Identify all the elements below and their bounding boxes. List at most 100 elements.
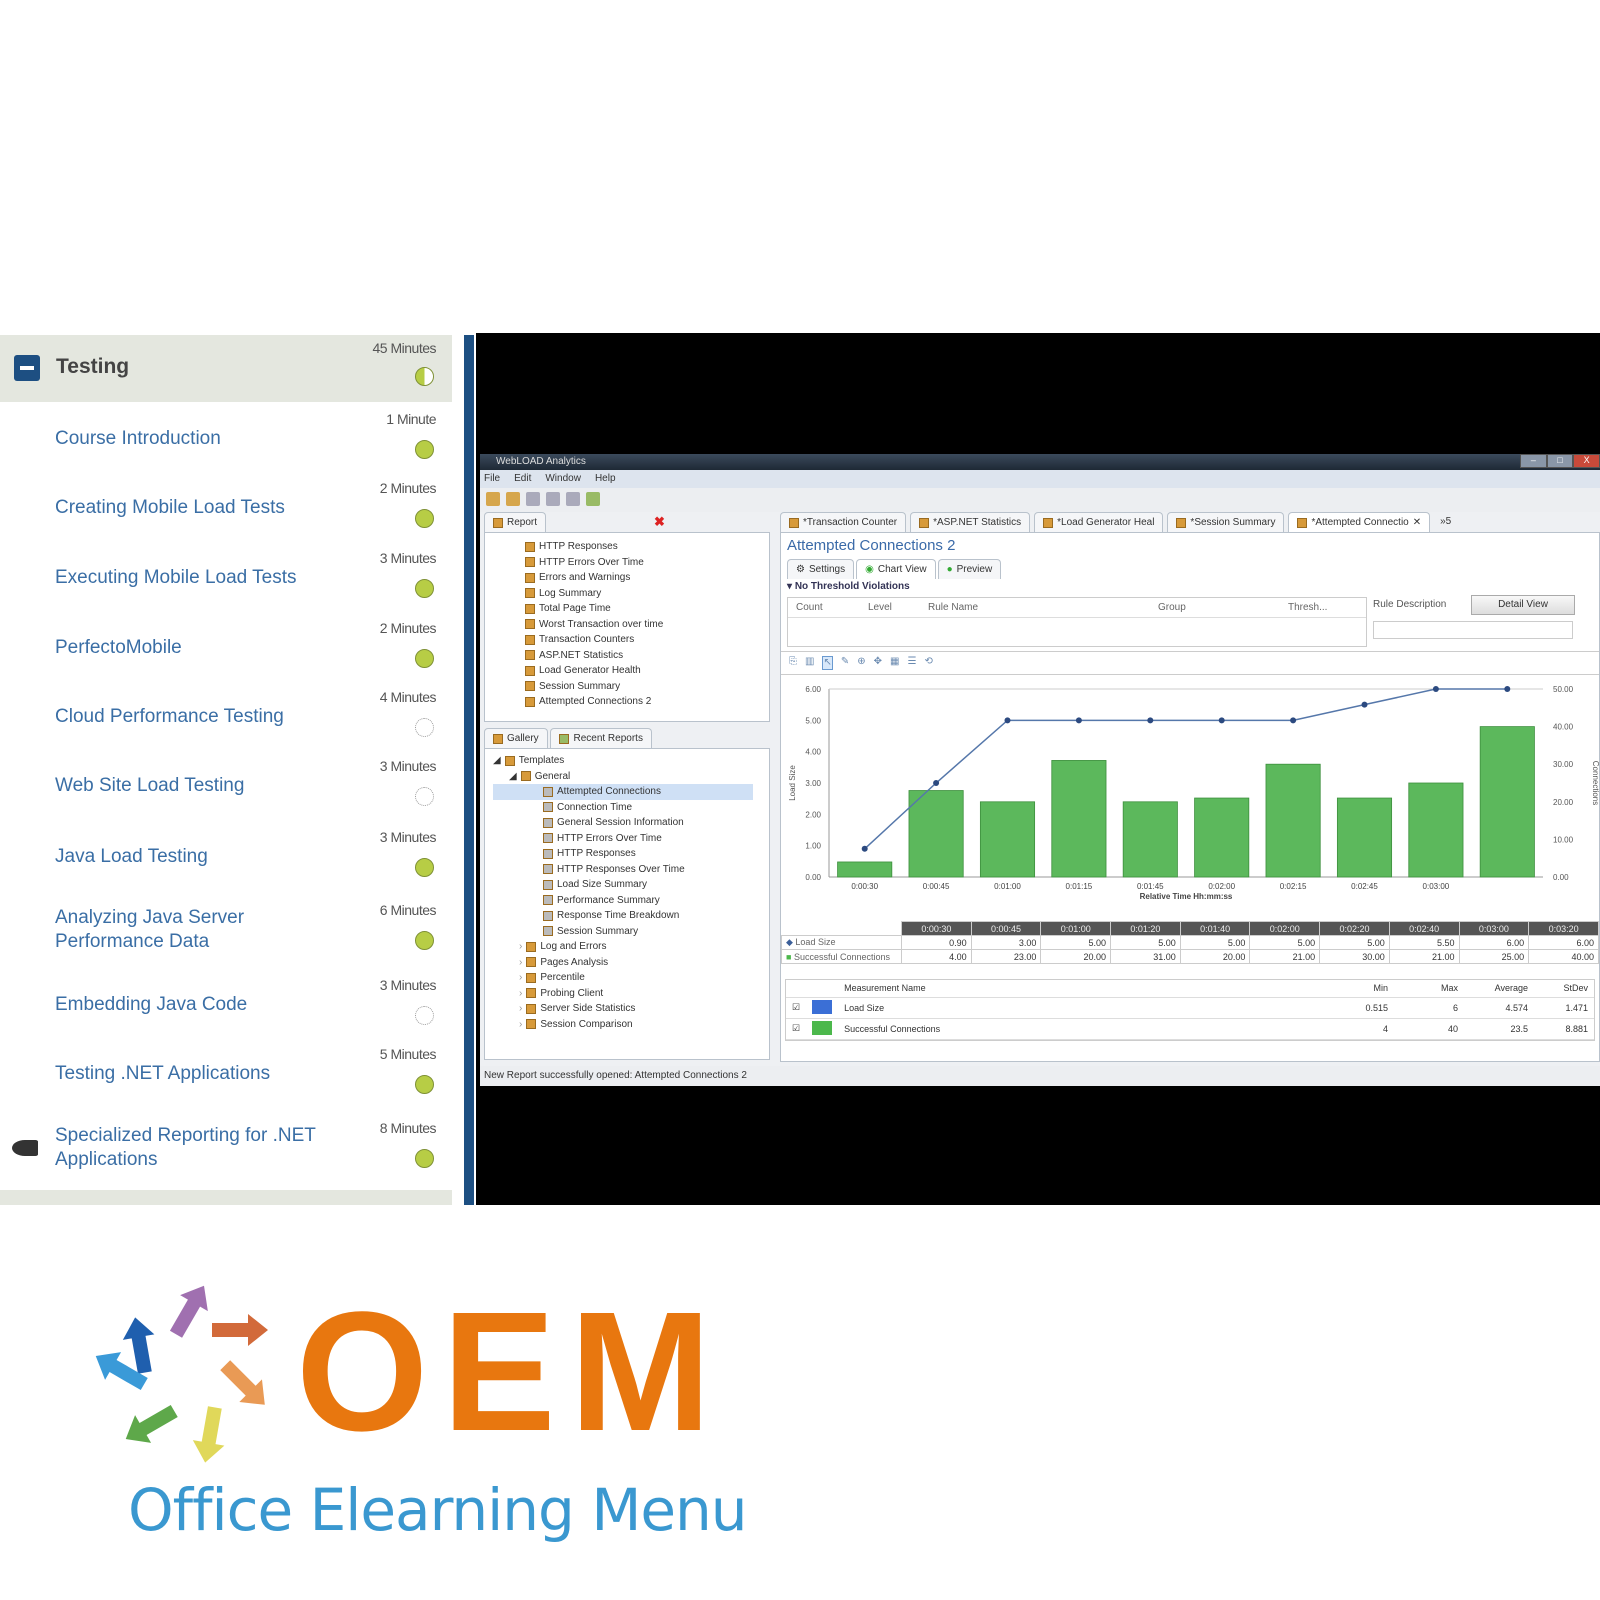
- tree-folder[interactable]: › Probing Client: [493, 986, 753, 1002]
- template-item[interactable]: Performance Summary: [493, 893, 753, 909]
- report-item[interactable]: ASP.NET Statistics: [525, 648, 749, 664]
- template-item[interactable]: HTTP Errors Over Time: [493, 831, 753, 847]
- template-item[interactable]: General Session Information: [493, 815, 753, 831]
- expand-icon[interactable]: ›: [519, 970, 522, 986]
- lesson-item[interactable]: Web Site Load Testing 3 Minutes: [0, 752, 452, 820]
- zoom-icon[interactable]: ⊕: [857, 656, 865, 670]
- tab-preview[interactable]: ● Preview: [937, 559, 1002, 579]
- report-item[interactable]: Worst Transaction over time: [525, 617, 749, 633]
- report-item[interactable]: Transaction Counters: [525, 632, 749, 648]
- table-icon[interactable]: ▦: [890, 656, 899, 670]
- lesson-item[interactable]: Creating Mobile Load Tests 2 Minutes: [0, 474, 452, 542]
- bar-successful-connections[interactable]: [1122, 801, 1178, 878]
- visibility-checkbox[interactable]: ☑: [786, 1018, 807, 1040]
- measurement-row[interactable]: ☑ Load Size 0.515 6 4.574 1.471: [786, 997, 1594, 1019]
- tree-folder[interactable]: › Log and Errors: [493, 939, 753, 955]
- close-tab-icon[interactable]: ✕: [1413, 513, 1421, 533]
- lesson-item[interactable]: Cloud Performance Testing 4 Minutes: [0, 683, 452, 751]
- expand-icon[interactable]: ›: [519, 939, 522, 955]
- tree-folder[interactable]: › Pages Analysis: [493, 955, 753, 971]
- export-icon[interactable]: [546, 492, 560, 506]
- template-item[interactable]: Attempted Connections: [493, 784, 753, 800]
- point-load-size[interactable]: [1432, 686, 1439, 692]
- detail-view-button[interactable]: Detail View: [1471, 595, 1575, 615]
- report-item[interactable]: Log Summary: [525, 586, 749, 602]
- bar-successful-connections[interactable]: [979, 801, 1036, 878]
- template-item[interactable]: Load Size Summary: [493, 877, 753, 893]
- expand-icon[interactable]: ›: [519, 1001, 522, 1017]
- col-level[interactable]: Level: [868, 598, 928, 617]
- lesson-item[interactable]: Embedding Java Code 3 Minutes: [0, 971, 452, 1039]
- tab-gallery[interactable]: Gallery: [484, 728, 548, 748]
- measurement-row[interactable]: ☑ Successful Connections 4 40 23.5 8.881: [786, 1018, 1594, 1040]
- report-item[interactable]: Session Summary: [525, 679, 749, 695]
- menu-edit[interactable]: Edit: [514, 470, 531, 488]
- report-item[interactable]: HTTP Errors Over Time: [525, 555, 749, 571]
- visibility-checkbox[interactable]: ☑: [786, 997, 807, 1019]
- editor-tab[interactable]: *Load Generator Heal: [1034, 512, 1164, 532]
- lesson-item[interactable]: Specialized Reporting for .NET Applicati…: [0, 1114, 452, 1182]
- col-average[interactable]: Average: [1464, 980, 1534, 998]
- menu-help[interactable]: Help: [595, 470, 616, 488]
- point-load-size[interactable]: [1004, 717, 1011, 724]
- bar-successful-connections[interactable]: [1408, 782, 1464, 878]
- editor-tab[interactable]: *Session Summary: [1167, 512, 1285, 532]
- lesson-item[interactable]: Executing Mobile Load Tests 3 Minutes: [0, 544, 452, 612]
- bar-successful-connections[interactable]: [1194, 797, 1250, 878]
- pan-icon[interactable]: ✥: [874, 656, 882, 670]
- report-item[interactable]: Attempted Connections 2: [525, 694, 749, 710]
- tab-chart-view[interactable]: ◉ Chart View: [856, 559, 936, 579]
- copy-icon[interactable]: ⎘: [789, 656, 797, 670]
- point-load-size[interactable]: [861, 845, 868, 852]
- point-load-size[interactable]: [1147, 717, 1154, 724]
- col-stdev[interactable]: StDev: [1534, 980, 1594, 998]
- draw-icon[interactable]: ✎: [841, 656, 849, 670]
- tree-folder[interactable]: › Percentile: [493, 970, 753, 986]
- reset-icon[interactable]: ⟲: [924, 656, 932, 670]
- template-icon[interactable]: [586, 492, 600, 506]
- new-report-icon[interactable]: [526, 492, 540, 506]
- point-load-size[interactable]: [1504, 686, 1511, 692]
- tree-folder[interactable]: › Session Comparison: [493, 1017, 753, 1033]
- bar-successful-connections[interactable]: [1051, 760, 1107, 878]
- report-item[interactable]: Load Generator Health: [525, 663, 749, 679]
- tab-settings[interactable]: ⚙ Settings: [787, 559, 855, 579]
- col-rule-name[interactable]: Rule Name: [928, 598, 1158, 617]
- menu-window[interactable]: Window: [545, 470, 581, 488]
- bar-successful-connections[interactable]: [1336, 797, 1393, 878]
- tab-overflow-button[interactable]: »5: [1434, 512, 1451, 532]
- editor-tab[interactable]: *Attempted Connectio ✕: [1288, 512, 1431, 533]
- lesson-item[interactable]: Course Introduction 1 Minute: [0, 405, 452, 473]
- template-item[interactable]: Session Summary: [493, 924, 753, 940]
- template-item[interactable]: HTTP Responses Over Time: [493, 862, 753, 878]
- expand-icon[interactable]: ›: [519, 986, 522, 1002]
- collapse-icon[interactable]: [14, 355, 40, 381]
- col-count[interactable]: Count: [788, 598, 868, 617]
- expand-icon[interactable]: ›: [519, 1017, 522, 1033]
- minimize-button[interactable]: –: [1520, 454, 1547, 468]
- template-item[interactable]: Response Time Breakdown: [493, 908, 753, 924]
- tree-folder-templates[interactable]: ◢ Templates: [493, 753, 753, 769]
- lesson-item[interactable]: Java Load Testing 3 Minutes: [0, 823, 452, 891]
- rule-description-field[interactable]: [1373, 621, 1573, 639]
- bar-successful-connections[interactable]: [908, 790, 964, 878]
- template-item[interactable]: Connection Time: [493, 800, 753, 816]
- editor-tab[interactable]: *Transaction Counter: [780, 512, 907, 532]
- point-load-size[interactable]: [1218, 717, 1225, 724]
- lesson-item[interactable]: Analyzing Java Server Performance Data 6 …: [0, 896, 452, 964]
- point-load-size[interactable]: [1075, 717, 1082, 724]
- save-icon[interactable]: [506, 492, 520, 506]
- template-item[interactable]: HTTP Responses: [493, 846, 753, 862]
- delete-icon[interactable]: ✖: [654, 514, 665, 530]
- col-group[interactable]: Group: [1158, 598, 1288, 617]
- bar-successful-connections[interactable]: [1265, 763, 1321, 878]
- menu-file[interactable]: File: [484, 470, 500, 488]
- section-header-testing[interactable]: Testing 45 Minutes: [0, 335, 452, 402]
- col-max[interactable]: Max: [1394, 980, 1464, 998]
- report-item[interactable]: HTTP Responses: [525, 539, 749, 555]
- expand-icon[interactable]: ›: [519, 955, 522, 971]
- print-icon[interactable]: [566, 492, 580, 506]
- col-measurement-name[interactable]: Measurement Name: [838, 980, 1334, 998]
- bar-successful-connections[interactable]: [1479, 726, 1535, 878]
- legend-icon[interactable]: ☰: [907, 656, 916, 670]
